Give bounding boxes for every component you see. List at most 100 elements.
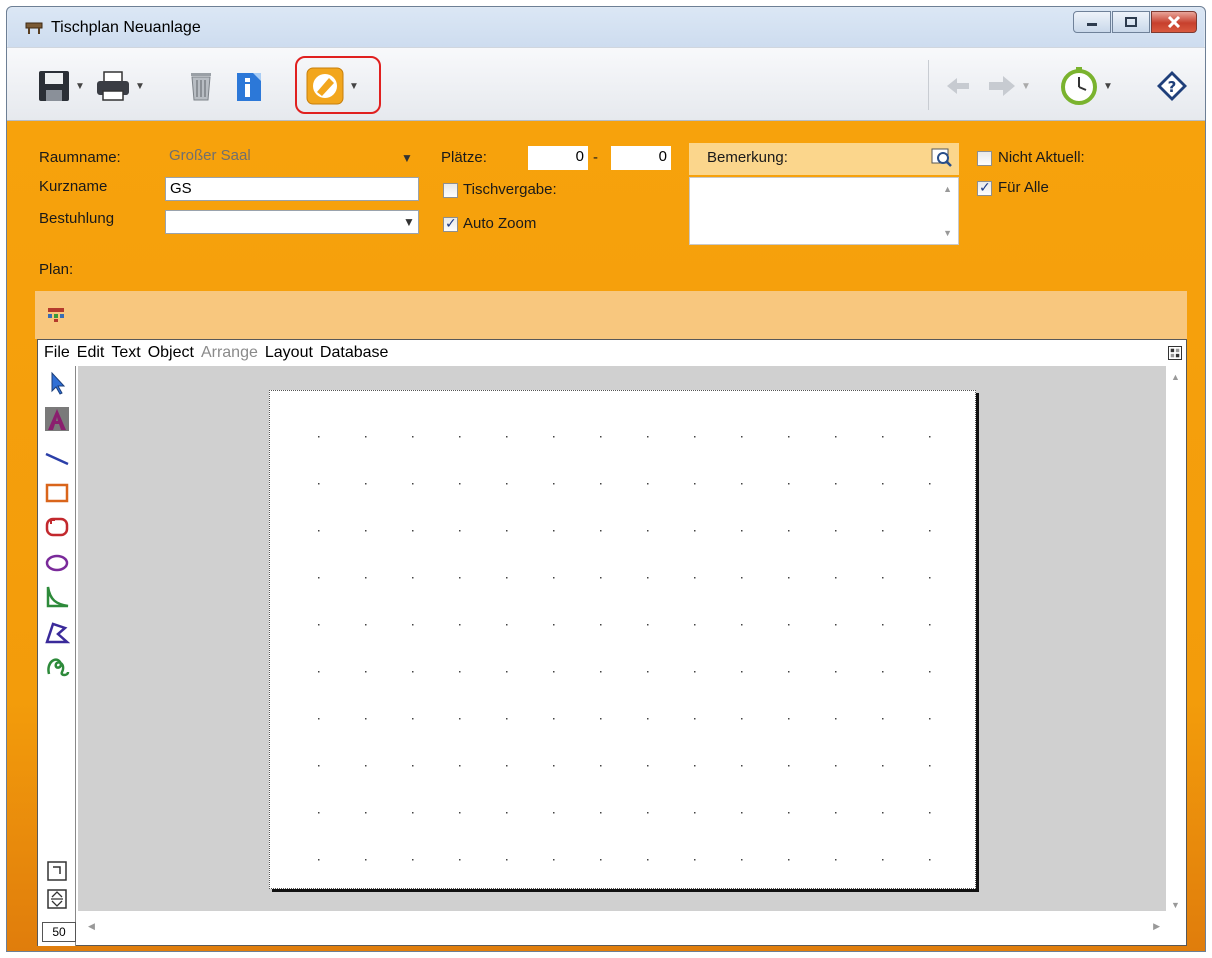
grid-dot (882, 483, 884, 485)
grid-dot (506, 765, 508, 767)
kurzname-label: Kurzname (39, 178, 108, 195)
bestuhlung-dropdown-icon[interactable]: ▼ (403, 215, 415, 229)
horizontal-scrollbar[interactable]: ◀ ▶ (78, 911, 1166, 945)
plaetze-from-input[interactable]: 0 (528, 146, 588, 170)
close-button[interactable] (1151, 11, 1197, 33)
grid-dot (318, 671, 320, 673)
grid-dot (882, 530, 884, 532)
bemerkung-textarea[interactable]: ▲ ▼ (689, 177, 959, 245)
title-bar: Tischplan Neuanlage (7, 7, 1205, 47)
ellipse-tool-icon[interactable] (44, 550, 70, 576)
scroll-down-icon[interactable]: ▼ (943, 228, 952, 238)
grid-dot (694, 483, 696, 485)
vertical-scrollbar[interactable]: ▲ ▼ (1166, 366, 1186, 914)
line-tool-icon[interactable] (44, 444, 70, 470)
text-tool-icon[interactable] (44, 406, 70, 432)
info-button[interactable] (235, 66, 265, 106)
plaetze-to-input[interactable]: 0 (611, 146, 671, 170)
grid-dot (741, 530, 743, 532)
menu-text[interactable]: Text (111, 344, 140, 362)
arc-tool-icon[interactable] (44, 584, 70, 610)
grid-dot (647, 624, 649, 626)
rounded-rectangle-tool-icon[interactable] (44, 514, 70, 540)
scroll-down-arrow-icon[interactable]: ▼ (1171, 900, 1180, 910)
grid-dot (459, 624, 461, 626)
grid-dot (788, 718, 790, 720)
magnifier-icon[interactable] (931, 148, 953, 168)
grid-dot (459, 436, 461, 438)
grid-dot (694, 765, 696, 767)
scroll-up-arrow-icon[interactable]: ▲ (1171, 372, 1180, 382)
fuer-alle-checkbox[interactable] (977, 179, 992, 196)
grid-dot (600, 577, 602, 579)
grid-dot (318, 577, 320, 579)
timer-button[interactable]: ▼ (1059, 66, 1113, 106)
bestuhlung-select[interactable] (165, 210, 419, 234)
menu-object[interactable]: Object (148, 344, 194, 362)
rectangle-tool-icon[interactable] (44, 480, 70, 506)
help-button[interactable]: ? (1155, 66, 1189, 106)
plan-page[interactable] (269, 390, 976, 889)
forward-dropdown-icon[interactable]: ▼ (1021, 81, 1031, 92)
tischvergabe-checkbox[interactable] (443, 183, 458, 198)
fit-page-icon[interactable] (46, 860, 68, 882)
zoom-stepper-icon[interactable] (46, 888, 68, 910)
menu-arrange[interactable]: Arrange (201, 344, 258, 362)
arrow-left-icon (947, 78, 969, 94)
print-button[interactable]: ▼ (95, 66, 145, 106)
grid-dot (365, 577, 367, 579)
grid-dot (647, 765, 649, 767)
minimize-icon (1087, 23, 1097, 26)
table-layout-icon[interactable] (47, 307, 65, 323)
pointer-icon[interactable] (44, 370, 70, 396)
autozoom-checkbox[interactable] (443, 215, 458, 232)
maximize-button[interactable] (1112, 11, 1150, 33)
save-button[interactable]: ▼ (37, 66, 85, 106)
scroll-right-arrow-icon[interactable]: ▶ (1153, 921, 1160, 932)
grid-dot (741, 624, 743, 626)
grid-dot (694, 812, 696, 814)
save-dropdown-icon[interactable]: ▼ (75, 81, 85, 92)
grid-dot (788, 624, 790, 626)
arrow-right-icon (989, 76, 1015, 96)
freehand-tool-icon[interactable] (44, 654, 70, 680)
menu-database[interactable]: Database (320, 344, 389, 362)
edit-dropdown-icon[interactable]: ▼ (349, 81, 359, 92)
grid-dot (600, 765, 602, 767)
raumname-dropdown-icon[interactable]: ▼ (401, 151, 413, 165)
menu-file[interactable]: File (44, 344, 70, 362)
back-button[interactable] (945, 66, 971, 106)
raumname-value[interactable]: Großer Saal (169, 147, 251, 164)
printer-icon (97, 71, 129, 101)
grid-dot (412, 530, 414, 532)
scroll-up-icon[interactable]: ▲ (943, 184, 952, 194)
grid-dot (553, 765, 555, 767)
edit-button[interactable]: ▼ (305, 66, 359, 106)
grid-dot (694, 436, 696, 438)
timer-dropdown-icon[interactable]: ▼ (1103, 81, 1113, 92)
drawing-canvas[interactable] (78, 366, 1166, 911)
grid-dot (882, 671, 884, 673)
menu-layout[interactable]: Layout (265, 344, 313, 362)
grid-dot (506, 859, 508, 861)
scroll-left-arrow-icon[interactable]: ◀ (88, 921, 95, 932)
grid-dot (365, 765, 367, 767)
grid-dot (694, 859, 696, 861)
grid-dot (788, 483, 790, 485)
grid-dot (647, 483, 649, 485)
menu-edit[interactable]: Edit (77, 344, 105, 362)
maximize-icon (1125, 17, 1137, 27)
minimize-button[interactable] (1073, 11, 1111, 33)
grid-dot (553, 483, 555, 485)
nicht-aktuell-checkbox[interactable] (977, 151, 992, 166)
forward-button[interactable]: ▼ (987, 66, 1031, 106)
grid-dot (600, 530, 602, 532)
print-dropdown-icon[interactable]: ▼ (135, 81, 145, 92)
grid-dot (788, 436, 790, 438)
polygon-tool-icon[interactable] (44, 620, 70, 646)
grid-toggle-icon[interactable] (1168, 346, 1182, 360)
delete-button[interactable] (187, 66, 215, 106)
help-icon: ? (1157, 71, 1187, 101)
zoom-level[interactable]: 50 (42, 922, 76, 942)
kurzname-input[interactable]: GS (165, 177, 419, 201)
